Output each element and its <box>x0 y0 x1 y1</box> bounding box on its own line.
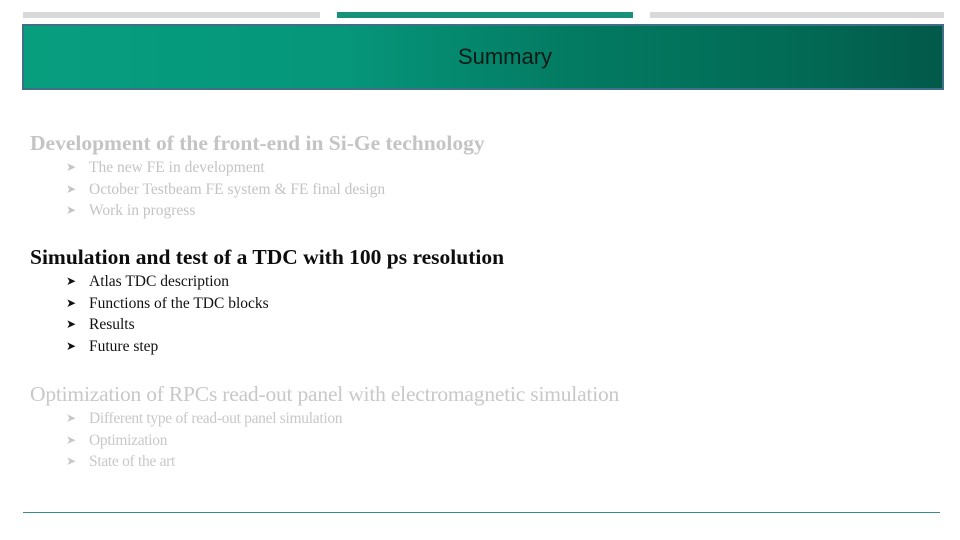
list-item: ➤ October Testbeam FE system & FE final d… <box>30 179 485 201</box>
section-heading: Optimization of RPCs read-out panel with… <box>30 382 620 406</box>
section-heading: Development of the front-end in Si-Ge te… <box>30 131 485 155</box>
list-item: ➤ Atlas TDC description <box>30 271 504 293</box>
arrowhead-bullet-icon: ➤ <box>66 317 77 332</box>
arrowhead-bullet-icon: ➤ <box>66 274 77 288</box>
list-item: ➤ Future step <box>30 336 504 358</box>
arrowhead-bullet-icon: ➤ <box>66 295 77 310</box>
arrowhead-bullet-icon: ➤ <box>66 432 76 447</box>
arrowhead-bullet-icon: ➤ <box>66 203 77 218</box>
arrowhead-bullet-icon: ➤ <box>66 454 76 469</box>
title-banner: Summary <box>22 24 944 90</box>
bullet-list: ➤ Atlas TDC description ➤ Functions of the… <box>30 271 504 358</box>
list-item: ➤ Optimization <box>30 430 619 452</box>
footer-divider <box>23 512 940 513</box>
section-heading: Simulation and test of a TDC with 100 ps… <box>30 245 505 269</box>
list-item: ➤ State of the art <box>30 451 619 473</box>
arrowhead-bullet-icon: ➤ <box>66 411 76 425</box>
list-item: ➤ The new FE in development <box>30 157 485 179</box>
progress-segment-3 <box>650 12 944 18</box>
arrowhead-bullet-icon: ➤ <box>66 339 77 354</box>
list-item: ➤ Work in progress <box>30 200 485 222</box>
section-frontend: Development of the front-end in Si-Ge te… <box>30 130 485 222</box>
list-item: ➤ Different type of read-out panel simula… <box>30 408 619 430</box>
bullet-list: ➤ Different type of read-out panel simula… <box>30 408 619 473</box>
section-tdc: Simulation and test of a TDC with 100 ps… <box>30 244 504 358</box>
arrowhead-bullet-icon: ➤ <box>66 181 77 196</box>
bullet-list: ➤ The new FE in development ➤ October Test… <box>30 157 485 222</box>
arrowhead-bullet-icon: ➤ <box>66 160 77 174</box>
list-item: ➤ Results <box>30 314 504 336</box>
progress-segment-2-active <box>337 12 633 18</box>
section-rpc: Optimization of RPCs read-out panel with… <box>30 381 619 473</box>
list-item: ➤ Functions of the TDC blocks <box>30 293 504 315</box>
progress-segment-1 <box>23 12 320 18</box>
slide-title: Summary <box>457 44 553 69</box>
